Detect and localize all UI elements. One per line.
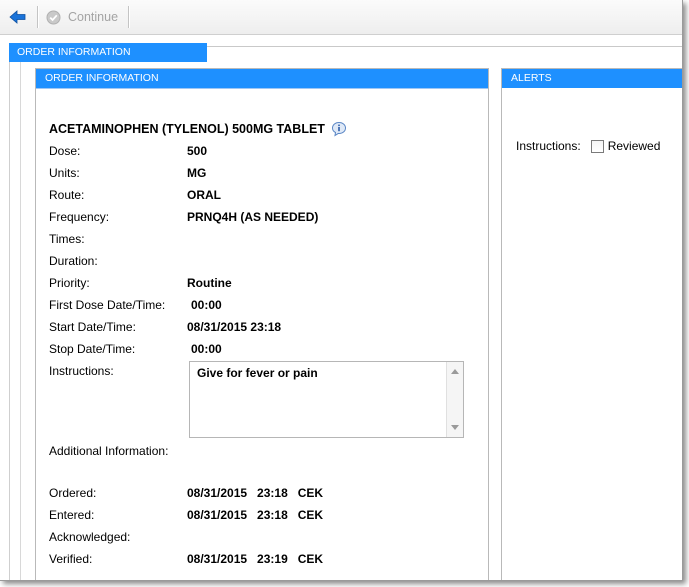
first-dose-value: 00:00 xyxy=(191,298,222,312)
start-date-value: 08/31/2015 23:18 xyxy=(187,320,282,334)
scroll-up-arrow-icon[interactable] xyxy=(451,369,459,374)
priority-value: Routine xyxy=(187,276,232,290)
checkmark-circle-icon xyxy=(46,10,61,24)
stop-date-label: Stop Date/Time: xyxy=(49,342,136,356)
toolbar-separator xyxy=(37,6,39,28)
continue-label: Continue xyxy=(68,10,119,24)
back-arrow-icon xyxy=(9,10,26,24)
route-label: Route: xyxy=(49,188,85,202)
drug-name-row: ACETAMINOPHEN (TYLENOL) 500MG TABLET xyxy=(49,121,347,137)
instructions-textarea[interactable]: Give for fever or pain xyxy=(189,361,464,438)
back-button[interactable] xyxy=(6,6,30,28)
scroll-down-arrow-icon[interactable] xyxy=(451,425,459,430)
units-label: Units: xyxy=(49,166,80,180)
tab-divider xyxy=(207,46,682,47)
order-window: Continue ORDER INFORMATION ORDER INFORMA… xyxy=(0,0,683,581)
toolbar-separator xyxy=(128,6,130,28)
reviewed-checkbox[interactable] xyxy=(590,139,604,153)
duration-label: Duration: xyxy=(49,254,98,268)
frequency-label: Frequency: xyxy=(49,210,110,224)
content-border xyxy=(9,62,10,580)
dose-value: 500 xyxy=(187,144,208,158)
content-border xyxy=(20,62,21,580)
drug-name: ACETAMINOPHEN (TYLENOL) 500MG TABLET xyxy=(49,122,325,136)
entered-label: Entered: xyxy=(49,508,95,522)
route-value: ORAL xyxy=(187,188,221,202)
toolbar: Continue xyxy=(0,0,682,35)
instructions-label: Instructions: xyxy=(49,364,114,378)
verified-value: 08/31/2015 23:19 CEK xyxy=(187,552,324,566)
acknowledged-label: Acknowledged: xyxy=(49,530,131,544)
tab-order-information[interactable]: ORDER INFORMATION xyxy=(9,43,207,62)
times-label: Times: xyxy=(49,232,85,246)
entered-value: 08/31/2015 23:18 CEK xyxy=(187,508,324,522)
order-panel-header: ORDER INFORMATION xyxy=(36,69,488,89)
order-information-panel: ORDER INFORMATION ACETAMINOPHEN (TYLENOL… xyxy=(35,68,489,580)
stop-date-value: 00:00 xyxy=(191,342,222,356)
alerts-instructions-label: Instructions: xyxy=(516,139,581,153)
instructions-scrollbar[interactable] xyxy=(446,362,463,437)
additional-info-label: Additional Information: xyxy=(49,444,169,458)
alerts-panel-header: ALERTS xyxy=(502,69,682,88)
start-date-label: Start Date/Time: xyxy=(49,320,136,334)
alerts-panel: ALERTS Instructions: Reviewed xyxy=(501,68,682,580)
ordered-value: 08/31/2015 23:18 CEK xyxy=(187,486,324,500)
reviewed-label[interactable]: Reviewed xyxy=(608,139,661,153)
continue-button[interactable]: Continue xyxy=(46,6,118,28)
units-value: MG xyxy=(187,166,207,180)
dose-label: Dose: xyxy=(49,144,81,158)
frequency-value: PRNQ4H (AS NEEDED) xyxy=(187,210,319,224)
verified-label: Verified: xyxy=(49,552,93,566)
ordered-label: Ordered: xyxy=(49,486,97,500)
first-dose-label: First Dose Date/Time: xyxy=(49,298,166,312)
info-icon[interactable] xyxy=(331,121,347,137)
alerts-instructions-row: Instructions: Reviewed xyxy=(516,139,660,153)
instructions-text: Give for fever or pain xyxy=(197,366,318,380)
priority-label: Priority: xyxy=(49,276,90,290)
